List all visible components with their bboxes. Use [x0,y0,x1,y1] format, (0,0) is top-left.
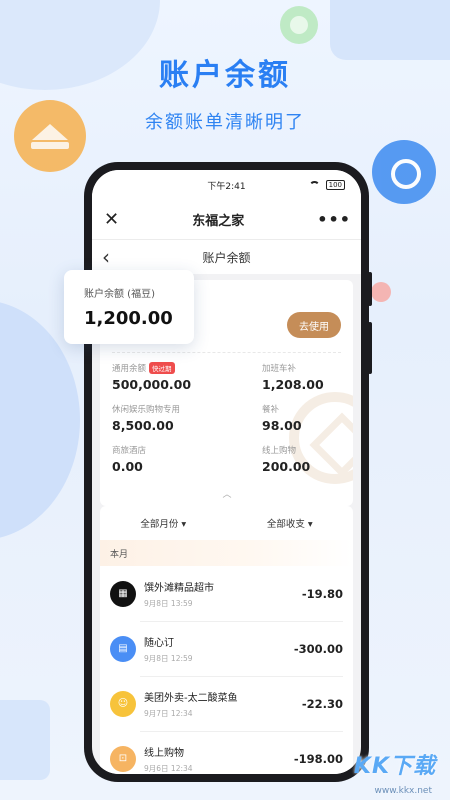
divider [112,352,341,353]
close-icon[interactable]: ✕ [104,210,119,229]
decor-blob [0,700,50,780]
more-icon[interactable]: ••• [317,210,351,229]
balance-item-leisure[interactable]: 休闲娱乐购物专用 8,500.00 [112,403,180,433]
floating-balance-value: 1,200.00 [84,308,173,329]
decor-dot [371,282,391,302]
status-time: 下午2:41 [207,181,246,192]
transaction-name: 馔外滩精品超市 [144,582,214,594]
use-button[interactable]: 去使用 [287,312,341,338]
chevron-up-icon[interactable]: ︿ [223,487,232,500]
balance-item-general[interactable]: 通用余额 快过期 500,000.00 [112,362,191,392]
transaction-name: 线上购物 [144,747,184,759]
balance-item-label: 餐补 [262,405,280,415]
battery-icon: 100 [325,180,345,190]
watermark-url: www.kkx.net [374,786,433,796]
balance-item-value: 98.00 [262,418,302,433]
month-section-header: 本月 [100,540,353,566]
transaction-time: 9月8日 12:59 [144,653,193,663]
balance-item-value: 8,500.00 [112,418,174,433]
chevron-left-icon[interactable]: ‹ [102,245,110,269]
balance-item-label: 通用余额 [112,364,147,374]
transaction-amount: -198.00 [293,751,343,766]
balance-item-label: 商旅酒店 [112,446,147,456]
status-bar: 下午2:41 100 [92,170,361,200]
cart-icon: ⊡ [110,745,136,772]
balance-item-hotel[interactable]: 商旅酒店 0.00 [112,444,146,474]
app-bar: ✕ 东福之家 ••• [92,200,361,240]
transaction-time: 9月8日 13:59 [144,598,193,608]
wifi-icon [308,181,320,189]
transaction-name: 随心订 [144,637,174,649]
volume-button [368,272,372,306]
transaction-amount: -22.30 [301,696,343,711]
page-title: 账户余额 [202,250,251,265]
transaction-time: 9月6日 12:34 [144,763,193,773]
balance-item-value: 0.00 [112,459,143,474]
transaction-row[interactable]: ▤ 随心订 9月8日 12:59 -300.00 [100,621,353,676]
balance-item-value: 200.00 [262,459,311,474]
balance-item-online-shopping[interactable]: 线上购物 200.00 [262,444,310,474]
hero-subtitle: 余额账单清晰明了 [145,112,305,133]
transaction-name: 美团外卖-太二酸菜鱼 [144,692,238,704]
power-button [368,322,372,374]
app-title: 东福之家 [192,214,245,229]
balance-item-label: 加班车补 [262,364,297,374]
type-filter-dropdown[interactable]: 全部收支 ▾ [227,516,354,530]
order-icon: ▤ [110,635,136,662]
decor-circle-icon [280,6,318,44]
store-logo-icon: ▦ [110,580,136,607]
balance-item-value: 1,208.00 [262,377,324,392]
balance-item-label: 线上购物 [262,446,297,456]
phone-frame: 下午2:41 100 ✕ 东福之家 ••• ‹ 账户余额 去使用 通用余额 快过期… [84,162,372,782]
transaction-row[interactable]: ⊡ 线上购物 9月6日 12:34 -198.00 [100,731,353,774]
floating-balance-label: 账户余额 (福豆) [84,289,155,300]
transaction-amount: -19.80 [301,586,343,601]
transaction-list: 全部月份 ▾ 全部收支 ▾ 本月 ▦ 馔外滩精品超市 9月8日 13:59 -1… [100,506,353,774]
month-filter-dropdown[interactable]: 全部月份 ▾ [100,516,227,530]
nav-bar: ‹ 账户余额 [92,240,361,274]
clock-icon [372,140,436,204]
expiring-badge: 快过期 [149,362,175,374]
floating-balance-card: 账户余额 (福豆) 1,200.00 [64,270,194,344]
balance-item-label: 休闲娱乐购物专用 [112,405,181,415]
balance-item-meal[interactable]: 餐补 98.00 [262,403,302,433]
filter-bar: 全部月份 ▾ 全部收支 ▾ [100,506,353,540]
hero-title: 账户余额 [159,58,291,93]
transaction-time: 9月7日 12:34 [144,708,193,718]
transaction-row[interactable]: ▦ 馔外滩精品超市 9月8日 13:59 -19.80 [100,566,353,621]
transaction-row[interactable]: ☺ 美团外卖-太二酸菜鱼 9月7日 12:34 -22.30 [100,676,353,731]
meituan-icon: ☺ [110,690,136,717]
watermark-logo: KK下载 [353,754,436,779]
balance-item-overtime-transport[interactable]: 加班车补 1,208.00 [262,362,324,392]
transaction-amount: -300.00 [293,641,343,656]
balance-item-value: 500,000.00 [112,377,192,392]
phone-screen: 下午2:41 100 ✕ 东福之家 ••• ‹ 账户余额 去使用 通用余额 快过期… [92,170,361,774]
